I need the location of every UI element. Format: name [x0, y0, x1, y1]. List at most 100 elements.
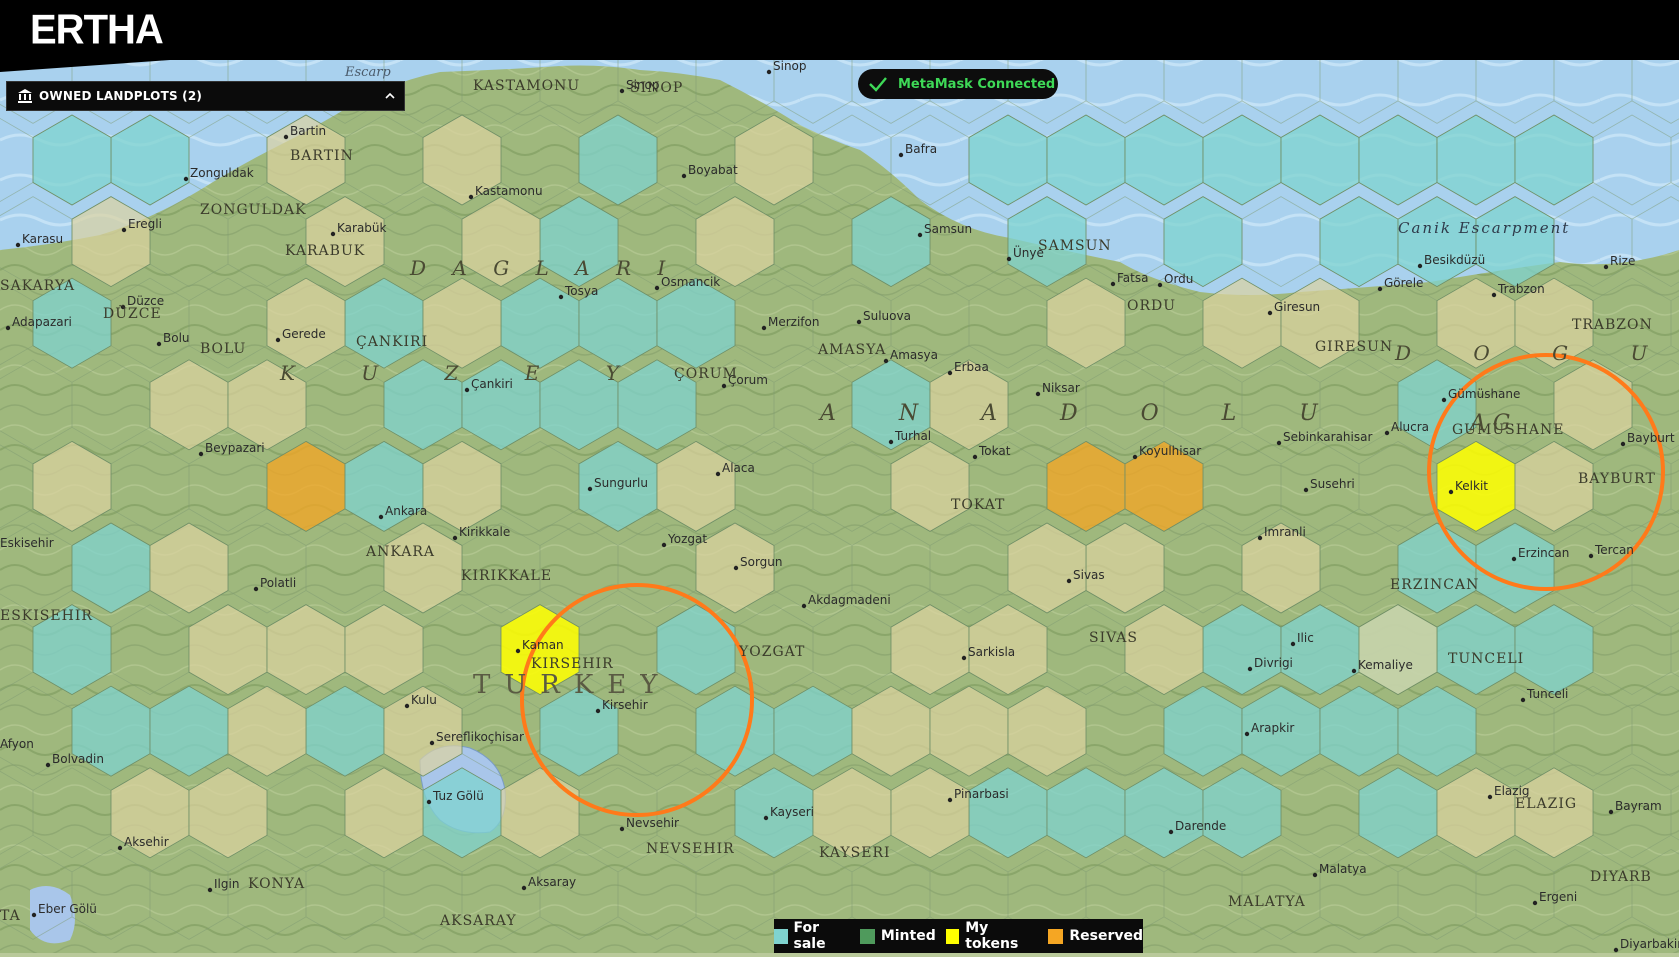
town-dot: [595, 708, 601, 714]
check-icon: [869, 77, 887, 92]
province-label: SAMSUN: [1038, 238, 1112, 254]
province-label: BAYBURT: [1578, 471, 1656, 487]
town-label: Darende: [1175, 819, 1226, 833]
town-dot: [1417, 263, 1423, 269]
map-canvas[interactable]: Bartin Zonguldak Kastamonu Sinop Boyabat Bafr…: [0, 0, 1679, 953]
town-label: Nevsehir: [626, 816, 679, 830]
province-label: KAYSERI: [819, 845, 891, 861]
town-dot: [961, 655, 967, 661]
town-label: Aksaray: [528, 875, 576, 889]
town-dot: [207, 887, 213, 893]
province-label: BARTIN: [290, 148, 354, 164]
town-label: Yozgat: [667, 532, 707, 546]
town-dot: [1491, 292, 1497, 298]
town-label: Sarkisla: [968, 645, 1015, 659]
town-dot: [198, 451, 204, 457]
province-label: ESKISEHIR: [0, 608, 93, 624]
town-label: Gerede: [282, 327, 326, 341]
town-label: Niksar: [1042, 381, 1080, 395]
town-label: Fatsa: [1117, 271, 1148, 285]
town-dot: [1257, 535, 1263, 541]
town-label: Ordu: [1164, 272, 1193, 286]
owned-landplots-panel[interactable]: OWNED LANDPLOTS (2): [6, 81, 405, 111]
province-label: NEVSEHIR: [646, 841, 735, 857]
town-label: Ilgin: [214, 877, 239, 891]
town-label: Eregli: [128, 217, 162, 231]
town-dot: [1110, 281, 1116, 287]
town-dot: [883, 358, 889, 364]
town-label: Kulu: [411, 693, 437, 707]
town-label: Samsun: [924, 222, 972, 236]
town-dot: [452, 535, 458, 541]
province-label: GIRESUN: [1315, 339, 1393, 355]
legend-item-reserved: Reserved: [1048, 928, 1143, 944]
town-label: Tokat: [978, 444, 1011, 458]
province-label: TURKEY: [473, 670, 671, 700]
town-dot: [31, 912, 37, 918]
town-dot: [283, 134, 289, 140]
province-label: MALATYA: [1228, 894, 1306, 910]
town-dot: [1035, 391, 1041, 397]
town-label: Alucra: [1391, 420, 1429, 434]
town-label: Diyarbakir: [1620, 937, 1679, 951]
town-label: Akdagmadeni: [808, 593, 891, 607]
town-dot: [1303, 487, 1309, 493]
town-label: Karasu: [22, 232, 63, 246]
metamask-status-badge: MetaMask Connected: [858, 69, 1058, 99]
chevron-up-icon[interactable]: [384, 90, 396, 102]
region-label: A G: [1468, 411, 1510, 436]
town-dot: [1377, 286, 1383, 292]
town-label: Arapkir: [1251, 721, 1294, 735]
town-label: Ankara: [385, 504, 427, 518]
app-logo[interactable]: ERTHA: [30, 7, 164, 54]
town-label: Koyulhisar: [1139, 444, 1201, 458]
town-label: Sivas: [1073, 568, 1105, 582]
town-label: Gümüshane: [1448, 387, 1520, 401]
town-label: Eskisehir: [0, 536, 54, 550]
town-dot: [1608, 809, 1614, 815]
header-notch: [0, 60, 170, 72]
town-dot: [619, 826, 625, 832]
town-dot: [558, 294, 564, 300]
town-dot: [15, 242, 21, 248]
town-dot: [1351, 668, 1357, 674]
province-label: KIRIKKALE: [461, 568, 552, 584]
legend-label: Minted: [880, 928, 936, 944]
region-label: A N A D O L U: [818, 401, 1346, 426]
town-label: Giresun: [1274, 300, 1320, 314]
town-dot: [1520, 697, 1526, 703]
town-dot: [888, 439, 894, 445]
town-label: Bayram: [1615, 799, 1662, 813]
province-label: ANKARA: [365, 544, 435, 560]
town-dot: [1006, 256, 1012, 262]
province-label: ÇORUM: [674, 366, 738, 382]
map-legend: For sale Minted My tokens Reserved: [774, 919, 1143, 953]
town-dot: [378, 514, 384, 520]
town-dot: [721, 383, 727, 389]
town-label: Polatli: [260, 576, 296, 590]
town-label: Bayburt: [1627, 431, 1675, 445]
legend-item-my-tokens: My tokens: [945, 920, 1039, 952]
town-dot: [330, 231, 336, 237]
town-label: Bolu: [163, 331, 190, 345]
town-dot: [654, 285, 660, 291]
town-label: Tuz Gölü: [432, 789, 484, 803]
town-label: Karabük: [337, 221, 387, 235]
town-label: Ilic: [1297, 631, 1314, 645]
town-label: Malatya: [1319, 862, 1367, 876]
town-dot: [464, 387, 470, 393]
town-label: Divrigi: [1254, 656, 1293, 670]
town-dot: [468, 194, 474, 200]
region-label: Canik Escarpment: [1398, 219, 1570, 237]
province-label: TUNCELI: [1448, 651, 1524, 667]
bank-icon: [18, 89, 32, 103]
town-label: Kirikkale: [459, 525, 510, 539]
town-dot: [1276, 440, 1282, 446]
owned-landplots-title: OWNED LANDPLOTS (2): [39, 89, 203, 103]
town-dot: [429, 740, 435, 746]
town-dot: [117, 845, 123, 851]
town-label: Sebinkarahisar: [1283, 430, 1372, 444]
town-dot: [661, 542, 667, 548]
town-dot: [183, 176, 189, 182]
town-dot: [587, 486, 593, 492]
